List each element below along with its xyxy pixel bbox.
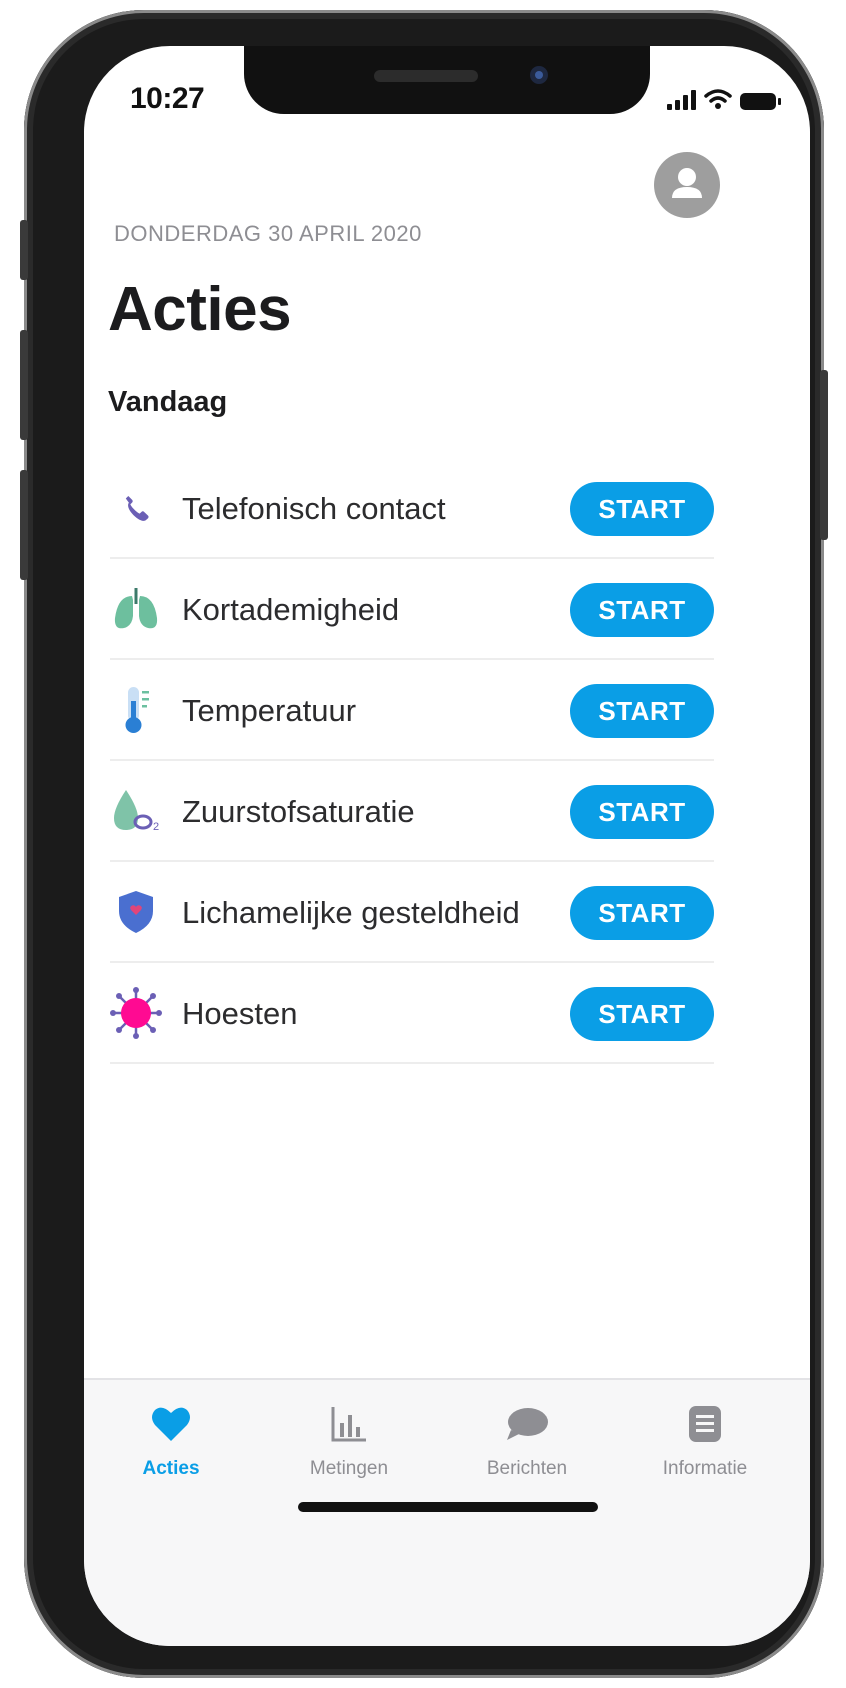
action-label: Telefonisch contact [182,491,446,526]
signal-icon [667,90,696,110]
profile-avatar-button[interactable] [654,152,720,218]
thermometer-icon [110,686,162,734]
action-row-kortademigheid: Kortademigheid START [110,559,714,660]
tab-label: Berichten [486,1458,568,1479]
tab-berichten[interactable]: Berichten [452,1402,602,1480]
start-button-kortademigheid[interactable]: START [570,583,714,637]
page-date: DONDERDAG 30 APRIL 2020 [114,221,422,246]
battery-icon [740,93,781,110]
svg-text:2: 2 [153,821,159,833]
tab-metingen[interactable]: Metingen [274,1402,424,1480]
action-label: Temperatuur [182,693,357,728]
wifi-icon [704,89,732,109]
start-button-lichamelijke-gesteldheid[interactable]: START [570,886,714,940]
volume-up-button [20,330,28,440]
home-indicator[interactable] [298,1502,598,1512]
start-button-temperatuur[interactable]: START [570,684,714,738]
action-row-zuurstofsaturatie: 2 Zuurstofsaturatie START [110,761,714,862]
page-title: Acties [108,275,292,344]
action-label: Hoesten [182,996,298,1031]
front-camera [530,66,548,84]
user-icon [672,168,702,198]
action-label: Kortademigheid [182,592,400,627]
action-label: Lichamelijke gesteldheid [182,895,520,930]
notch [244,46,650,114]
mute-switch [20,220,28,280]
tab-acties[interactable]: Acties [96,1402,246,1480]
action-label: Zuurstofsaturatie [182,794,415,829]
tab-label: Metingen [309,1458,389,1479]
tab-bar: Acties Metingen Berichten Informatie [84,1378,810,1646]
section-heading: Vandaag [108,386,228,418]
start-button-hoesten[interactable]: START [570,987,714,1041]
action-row-telefonisch-contact: Telefonisch contact START [110,458,714,559]
tab-label: Informatie [662,1458,748,1479]
action-row-hoesten: Hoesten START [110,963,714,1064]
virus-icon [110,987,162,1039]
lungs-icon [110,585,162,633]
heart-icon [96,1402,246,1446]
action-row-temperatuur: Temperatuur START [110,660,714,761]
oxygen-drop-icon: 2 [110,787,162,835]
action-row-lichamelijke-gesteldheid: Lichamelijke gesteldheid START [110,862,714,963]
document-icon [630,1402,780,1446]
bar-chart-icon [274,1402,424,1446]
status-time: 10:27 [130,82,205,115]
start-button-telefonisch-contact[interactable]: START [570,482,714,536]
power-button [820,370,828,540]
shield-heart-icon [110,888,162,936]
speaker [374,70,478,82]
start-button-zuurstofsaturatie[interactable]: START [570,785,714,839]
app-screen: 10:27 DONDERDAG 30 APRIL 2020 Acties Van… [84,46,810,1646]
actions-list: Telefonisch contact START Kortademigheid… [110,458,714,1064]
chat-bubble-icon [452,1402,602,1446]
phone-icon [110,484,162,532]
volume-down-button [20,470,28,580]
tab-label: Acties [142,1458,200,1479]
tab-informatie[interactable]: Informatie [630,1402,780,1480]
status-icons [667,88,781,110]
